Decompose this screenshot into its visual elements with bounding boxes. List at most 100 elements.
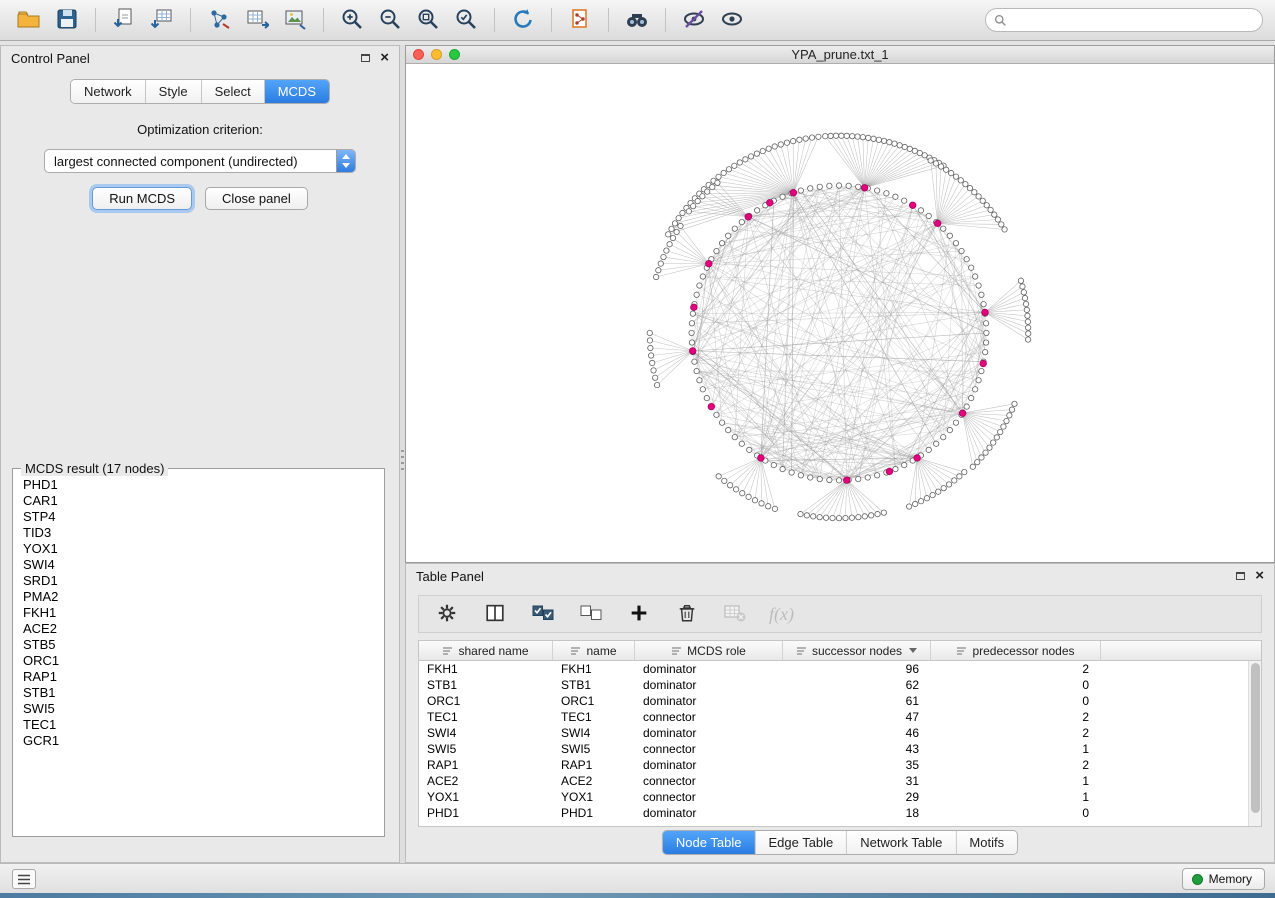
table-row[interactable]: STB1STB1dominator620 xyxy=(419,677,1248,693)
refresh-layout-button[interactable] xyxy=(506,4,540,36)
table-cell: 47 xyxy=(783,710,931,724)
mcds-result-item[interactable]: CAR1 xyxy=(15,493,382,509)
delete-column-button[interactable] xyxy=(673,600,701,628)
column-header-MCDS-role[interactable]: MCDS role xyxy=(635,641,783,661)
mcds-result-item[interactable]: GCR1 xyxy=(15,733,382,749)
tab-mcds[interactable]: MCDS xyxy=(265,80,329,103)
export-network-button[interactable] xyxy=(202,4,236,36)
table-row[interactable]: SWI4SWI4dominator462 xyxy=(419,725,1248,741)
mcds-result-item[interactable]: RAP1 xyxy=(15,669,382,685)
table-row[interactable]: TEC1TEC1connector472 xyxy=(419,709,1248,725)
create-column-button[interactable] xyxy=(625,600,653,628)
mcds-result-item[interactable]: SRD1 xyxy=(15,573,382,589)
show-all-button[interactable] xyxy=(715,4,749,36)
close-table-panel-icon[interactable]: × xyxy=(1255,571,1264,581)
table-row[interactable]: ACE2ACE2connector311 xyxy=(419,773,1248,789)
gear-button[interactable] xyxy=(433,600,461,628)
mcds-result-item[interactable]: ORC1 xyxy=(15,653,382,669)
zoom-fit-button[interactable] xyxy=(411,4,445,36)
table-row[interactable]: PHD1PHD1dominator180 xyxy=(419,805,1248,821)
mcds-result-list[interactable]: PHD1CAR1STP4TID3YOX1SWI4SRD1PMA2FKH1ACE2… xyxy=(15,477,382,834)
column-header-name[interactable]: name xyxy=(553,641,635,661)
mcds-result-item[interactable]: STP4 xyxy=(15,509,382,525)
toolbar-separator xyxy=(494,8,495,32)
table-row[interactable]: FKH1FKH1dominator962 xyxy=(419,661,1248,677)
mcds-result-item[interactable]: PHD1 xyxy=(15,477,382,493)
table-row[interactable]: ORC1ORC1dominator610 xyxy=(419,693,1248,709)
close-panel-button[interactable]: Close panel xyxy=(205,187,308,210)
float-table-panel-icon[interactable] xyxy=(1236,572,1245,580)
function-builder-button: f(x) xyxy=(769,600,794,628)
table-cell: connector xyxy=(635,710,783,724)
search-box[interactable] xyxy=(985,8,1263,32)
zoom-fit-icon xyxy=(416,7,440,34)
run-mcds-button[interactable]: Run MCDS xyxy=(92,187,192,210)
mcds-buttons-row: Run MCDS Close panel xyxy=(1,187,399,210)
first-neighbors-button[interactable] xyxy=(620,4,654,36)
clone-network-button[interactable] xyxy=(563,4,597,36)
search-input[interactable] xyxy=(1012,13,1254,27)
column-header-predecessor-nodes[interactable]: predecessor nodes xyxy=(931,641,1101,661)
hide-selected-button[interactable] xyxy=(677,4,711,36)
split-columns-button[interactable] xyxy=(481,600,509,628)
table-row[interactable]: RAP1RAP1dominator352 xyxy=(419,757,1248,773)
table-cell: dominator xyxy=(635,662,783,676)
tab-node-table[interactable]: Node Table xyxy=(663,831,756,854)
table-row[interactable]: SWI5SWI5connector431 xyxy=(419,741,1248,757)
deselect-all-checkboxes-icon xyxy=(579,602,603,627)
tab-network[interactable]: Network xyxy=(71,80,146,103)
mcds-result-item[interactable]: FKH1 xyxy=(15,605,382,621)
column-filter-caret-icon[interactable] xyxy=(909,648,917,653)
table-cell: 62 xyxy=(783,678,931,692)
mcds-result-item[interactable]: STB5 xyxy=(15,637,382,653)
zoom-selected-button[interactable] xyxy=(449,4,483,36)
network-canvas[interactable] xyxy=(406,65,1274,562)
mcds-result-item[interactable]: STB1 xyxy=(15,685,382,701)
table-cell: 46 xyxy=(783,726,931,740)
open-session-button[interactable] xyxy=(12,4,46,36)
column-header-successor-nodes[interactable]: successor nodes xyxy=(783,641,931,661)
export-table-button[interactable] xyxy=(240,4,274,36)
status-bar: Memory xyxy=(0,863,1275,893)
table-scrollbar[interactable] xyxy=(1248,661,1261,826)
export-image-button[interactable] xyxy=(278,4,312,36)
column-header-shared-name[interactable]: shared name xyxy=(419,641,553,661)
close-panel-icon[interactable]: × xyxy=(380,53,389,63)
table-cell: ACE2 xyxy=(553,774,635,788)
mcds-result-item[interactable]: ACE2 xyxy=(15,621,382,637)
mcds-result-item[interactable]: PMA2 xyxy=(15,589,382,605)
mcds-result-item[interactable]: TID3 xyxy=(15,525,382,541)
tab-style[interactable]: Style xyxy=(146,80,202,103)
import-network-file-button[interactable] xyxy=(107,4,141,36)
table-toolbar: f(x) xyxy=(418,595,1262,633)
table-cell: ACE2 xyxy=(419,774,553,788)
network-graph[interactable] xyxy=(406,65,1274,562)
network-window-titlebar[interactable]: YPA_prune.txt_1 xyxy=(406,46,1274,64)
table-panel-title: Table Panel xyxy=(416,569,484,584)
tab-motifs[interactable]: Motifs xyxy=(956,831,1017,854)
table-row[interactable]: YOX1YOX1connector291 xyxy=(419,789,1248,805)
delete-table-button xyxy=(721,600,749,628)
select-all-checkboxes-button[interactable] xyxy=(529,600,557,628)
delete-table-icon xyxy=(723,602,747,627)
criterion-dropdown[interactable]: largest connected component (undirected) xyxy=(44,149,356,173)
tab-select[interactable]: Select xyxy=(202,80,265,103)
zoom-out-button[interactable] xyxy=(373,4,407,36)
memory-button[interactable]: Memory xyxy=(1182,868,1265,890)
save-session-button[interactable] xyxy=(50,4,84,36)
panel-menu-button[interactable] xyxy=(12,869,36,889)
mcds-result-item[interactable]: SWI4 xyxy=(15,557,382,573)
mcds-result-item[interactable]: TEC1 xyxy=(15,717,382,733)
deselect-all-checkboxes-button[interactable] xyxy=(577,600,605,628)
float-panel-icon[interactable] xyxy=(361,54,370,62)
mcds-result-item[interactable]: SWI5 xyxy=(15,701,382,717)
import-table-file-button[interactable] xyxy=(145,4,179,36)
tab-edge-table[interactable]: Edge Table xyxy=(755,831,847,854)
mcds-result-item[interactable]: YOX1 xyxy=(15,541,382,557)
column-grid-icon xyxy=(796,646,807,656)
zoom-in-button[interactable] xyxy=(335,4,369,36)
scrollbar-thumb[interactable] xyxy=(1251,663,1260,813)
tab-network-table[interactable]: Network Table xyxy=(847,831,956,854)
column-header-label: MCDS role xyxy=(687,644,746,658)
table-cell: RAP1 xyxy=(419,758,553,772)
